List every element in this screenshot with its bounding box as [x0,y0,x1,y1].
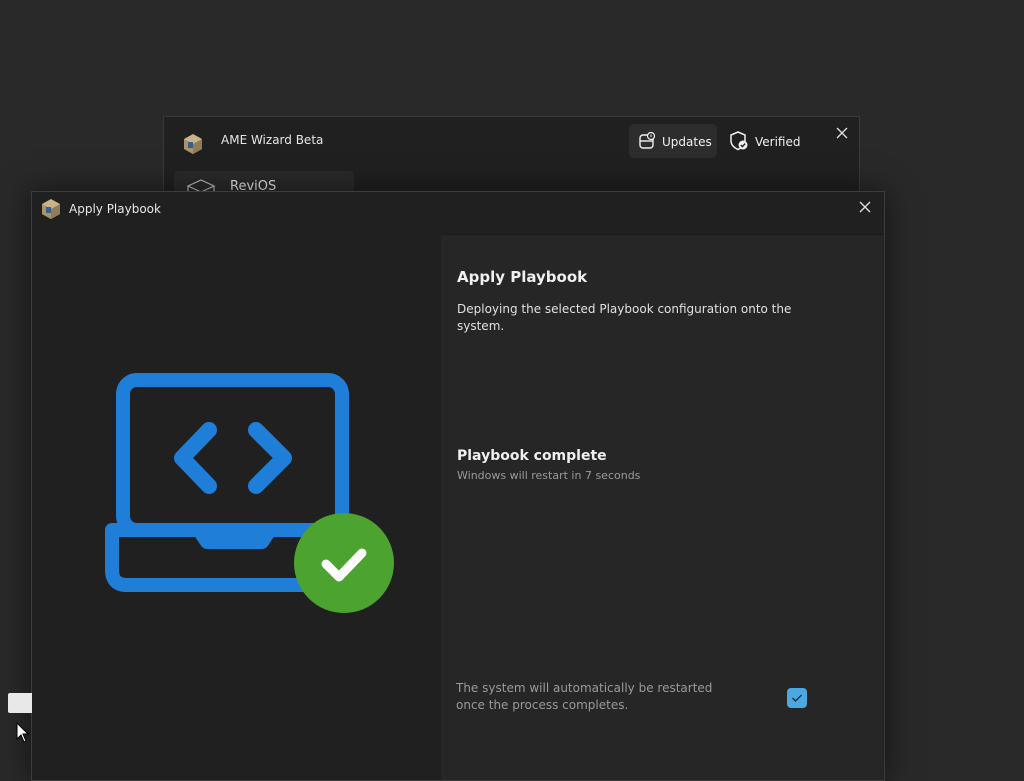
close-icon[interactable] [855,197,875,217]
checkmark-icon [792,694,802,702]
content-pane: Apply Playbook Deploying the selected Pl… [441,234,883,780]
updates-button[interactable]: Updates [629,124,717,158]
dialog-title: Apply Playbook [69,202,161,216]
page-title: Apply Playbook [457,268,588,286]
close-icon[interactable] [832,123,852,143]
main-window-titlebar: AME Wizard Beta Updates Verified [164,117,859,165]
updates-icon [639,132,656,149]
main-window: AME Wizard Beta Updates Verified ReviOS [163,116,860,201]
laptop-code-icon [105,373,394,613]
mouse-cursor-icon [16,722,30,743]
apply-playbook-dialog: Apply Playbook Apply Playbook Deploying … [31,191,885,781]
updates-label: Updates [662,135,712,149]
restart-option-label: The system will automatically be restart… [456,681,713,712]
status-title: Playbook complete [457,448,607,464]
verified-button[interactable]: Verified [729,124,809,158]
main-window-title: AME Wizard Beta [221,133,324,147]
page-description: Deploying the selected Playbook configur… [457,302,792,333]
status-subtitle: Windows will restart in 7 seconds [457,469,641,482]
restart-checkbox[interactable] [787,688,807,708]
verified-shield-icon [730,131,748,151]
desktop-item[interactable] [8,693,32,713]
app-icon [42,199,60,219]
verified-label: Verified [755,135,801,149]
app-icon [184,134,202,154]
